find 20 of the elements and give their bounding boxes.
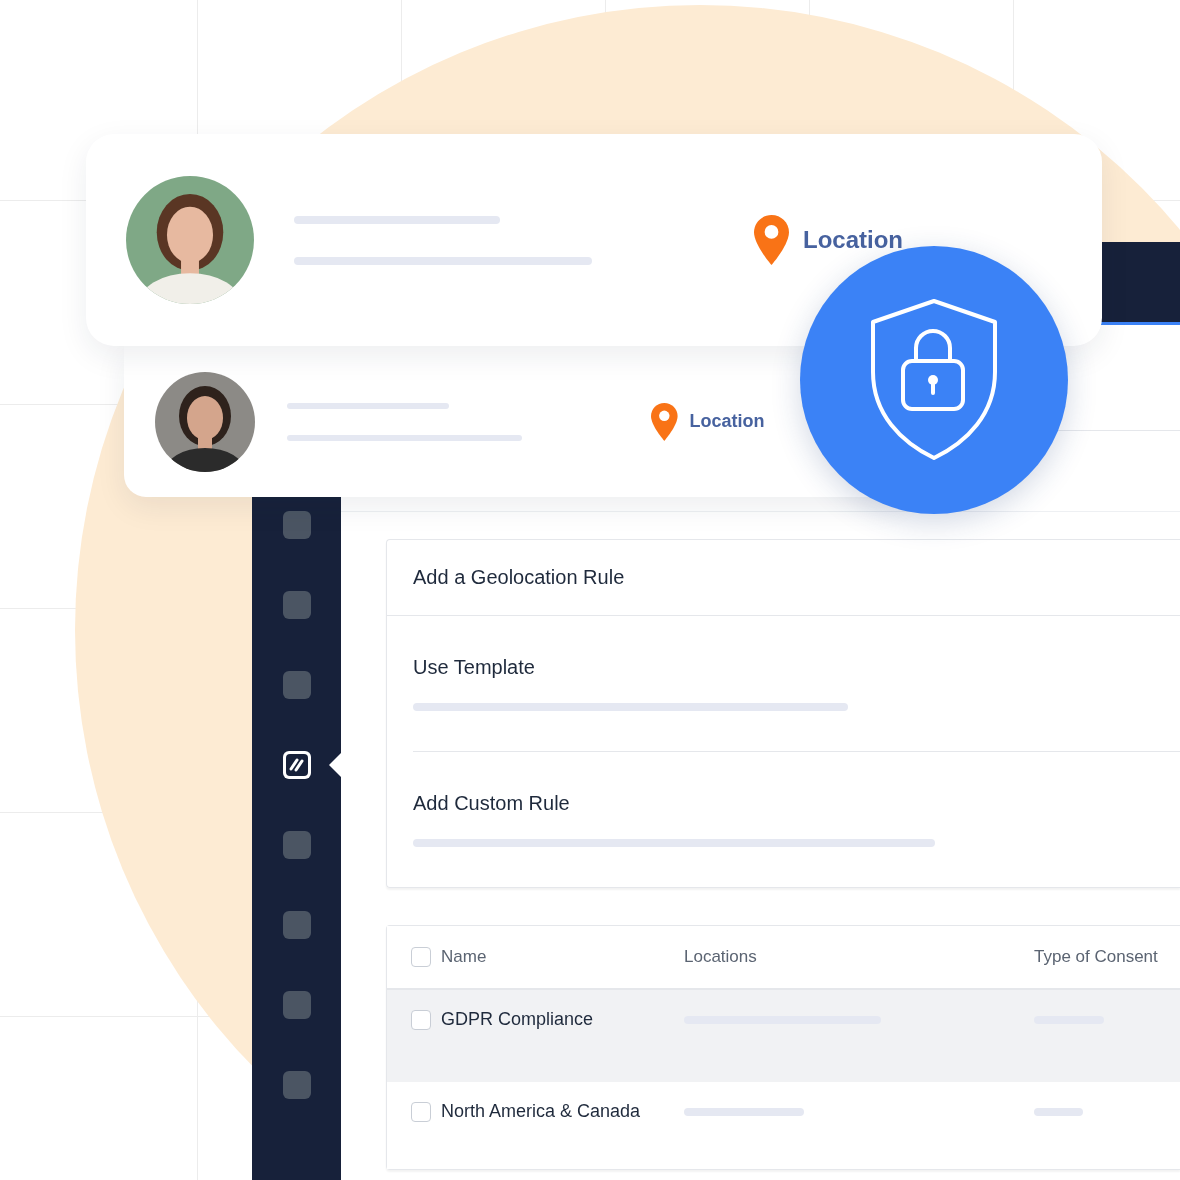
location-pin-icon	[651, 402, 678, 441]
checkbox[interactable]	[411, 1101, 431, 1122]
panel-title: Add a Geolocation Rule	[387, 540, 1180, 616]
location-pin-icon	[754, 215, 789, 265]
rule-name: North America & Canada	[441, 1101, 641, 1122]
column-header: Type of Consent	[1034, 947, 1158, 967]
table-row[interactable]: North America & Canada	[387, 1082, 1180, 1169]
location-label: Location	[803, 226, 903, 254]
logo-icon	[285, 754, 308, 776]
placeholder-bar	[1034, 1108, 1083, 1116]
table-row[interactable]: GDPR Compliance	[387, 990, 1180, 1082]
rule-name: GDPR Compliance	[441, 1009, 594, 1030]
column-header: Name	[441, 947, 487, 967]
column-header: Locations	[684, 947, 757, 967]
option-label[interactable]: Add Custom Rule	[413, 792, 1180, 815]
location-label: Location	[689, 411, 765, 432]
checkbox[interactable]	[411, 947, 431, 967]
checkbox[interactable]	[411, 1009, 431, 1030]
option-label[interactable]: Use Template	[413, 656, 1180, 679]
shield-lock-icon	[869, 298, 999, 462]
